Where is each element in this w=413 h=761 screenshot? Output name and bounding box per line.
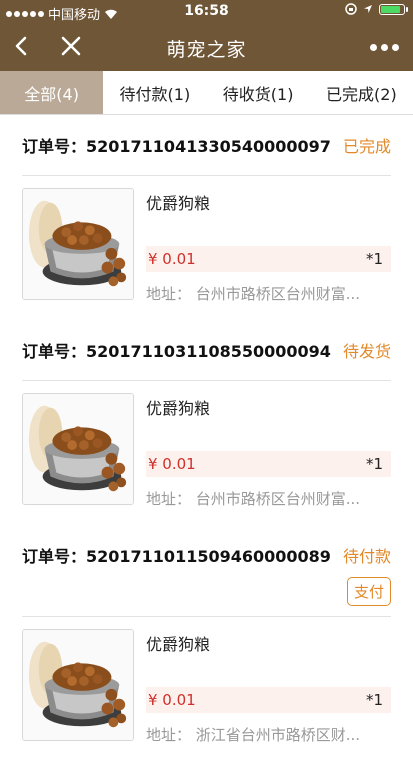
- product-image: [22, 188, 134, 300]
- product-name: 优爵狗粮: [146, 635, 211, 654]
- order-card[interactable]: 订单号：5201711031108550000094 待发货 优爵狗粮 ¥ 0.…: [0, 320, 413, 525]
- tab-pending-receipt[interactable]: 待收货(1): [207, 71, 310, 114]
- order-header: 订单号：5201711031108550000094 待发货: [22, 320, 391, 381]
- price: ¥ 0.01: [148, 691, 196, 709]
- price: ¥ 0.01: [148, 250, 196, 268]
- item-info: 优爵狗粮 ¥ 0.01 *1 地址： 台州市路桥区台州财富...: [146, 188, 391, 304]
- order-number: 订单号：5201711011509460000089: [22, 547, 331, 566]
- tab-completed[interactable]: 已完成(2): [310, 71, 413, 114]
- product-image: [22, 629, 134, 741]
- address: 地址： 浙江省台州市路桥区财...: [146, 726, 361, 744]
- order-status: 待发货: [342, 342, 391, 361]
- price-row: ¥ 0.01 *1: [146, 246, 391, 272]
- status-right: [345, 3, 408, 15]
- quantity: *1: [365, 250, 383, 268]
- order-item[interactable]: 优爵狗粮 ¥ 0.01 *1 地址： 台州市路桥区台州财富...: [22, 176, 391, 320]
- item-info: 优爵狗粮 ¥ 0.01 *1 地址： 浙江省台州市路桥区财...: [146, 629, 391, 745]
- tab-all[interactable]: 全部(4): [0, 71, 104, 114]
- price: ¥ 0.01: [148, 455, 196, 473]
- item-info: 优爵狗粮 ¥ 0.01 *1 地址： 台州市路桥区台州财富...: [146, 393, 391, 509]
- order-number: 订单号：5201711041330540000097: [22, 137, 331, 156]
- order-status: 待付款: [342, 547, 391, 566]
- location-icon: [364, 5, 372, 13]
- battery-icon: [379, 3, 408, 15]
- order-card[interactable]: 订单号：5201711041330540000097 已完成 优爵狗粮 ¥ 0.…: [0, 115, 413, 320]
- tab-pending-payment[interactable]: 待付款(1): [103, 71, 206, 114]
- rotation-lock-icon: [345, 3, 357, 15]
- more-icon[interactable]: [370, 44, 399, 51]
- pay-button[interactable]: 支付: [346, 577, 391, 606]
- status-bar: 中国移动 16:58: [0, 0, 413, 24]
- order-tabs: 全部(4) 待付款(1) 待收货(1) 已完成(2): [0, 71, 413, 115]
- product-image: [22, 393, 134, 505]
- order-item[interactable]: 优爵狗粮 ¥ 0.01 *1 地址： 台州市路桥区台州财富...: [22, 381, 391, 525]
- order-item[interactable]: 优爵狗粮 ¥ 0.01 *1 地址： 浙江省台州市路桥区财...: [22, 617, 391, 761]
- address: 地址： 台州市路桥区台州财富...: [146, 490, 361, 508]
- order-actions: 支付: [22, 575, 391, 617]
- price-row: ¥ 0.01 *1: [146, 687, 391, 713]
- order-number: 订单号：5201711031108550000094: [22, 342, 331, 361]
- quantity: *1: [365, 691, 383, 709]
- address: 地址： 台州市路桥区台州财富...: [146, 285, 361, 303]
- order-card[interactable]: 订单号：5201711011509460000089 待付款 支付 优爵狗粮 ¥…: [0, 525, 413, 761]
- quantity: *1: [365, 455, 383, 473]
- product-name: 优爵狗粮: [146, 399, 211, 418]
- order-header: 订单号：5201711041330540000097 已完成: [22, 115, 391, 176]
- product-name: 优爵狗粮: [146, 194, 211, 213]
- nav-bar: 萌宠之家: [0, 24, 413, 71]
- price-row: ¥ 0.01 *1: [146, 451, 391, 477]
- page-title: 萌宠之家: [166, 39, 247, 61]
- order-status: 已完成: [342, 137, 391, 156]
